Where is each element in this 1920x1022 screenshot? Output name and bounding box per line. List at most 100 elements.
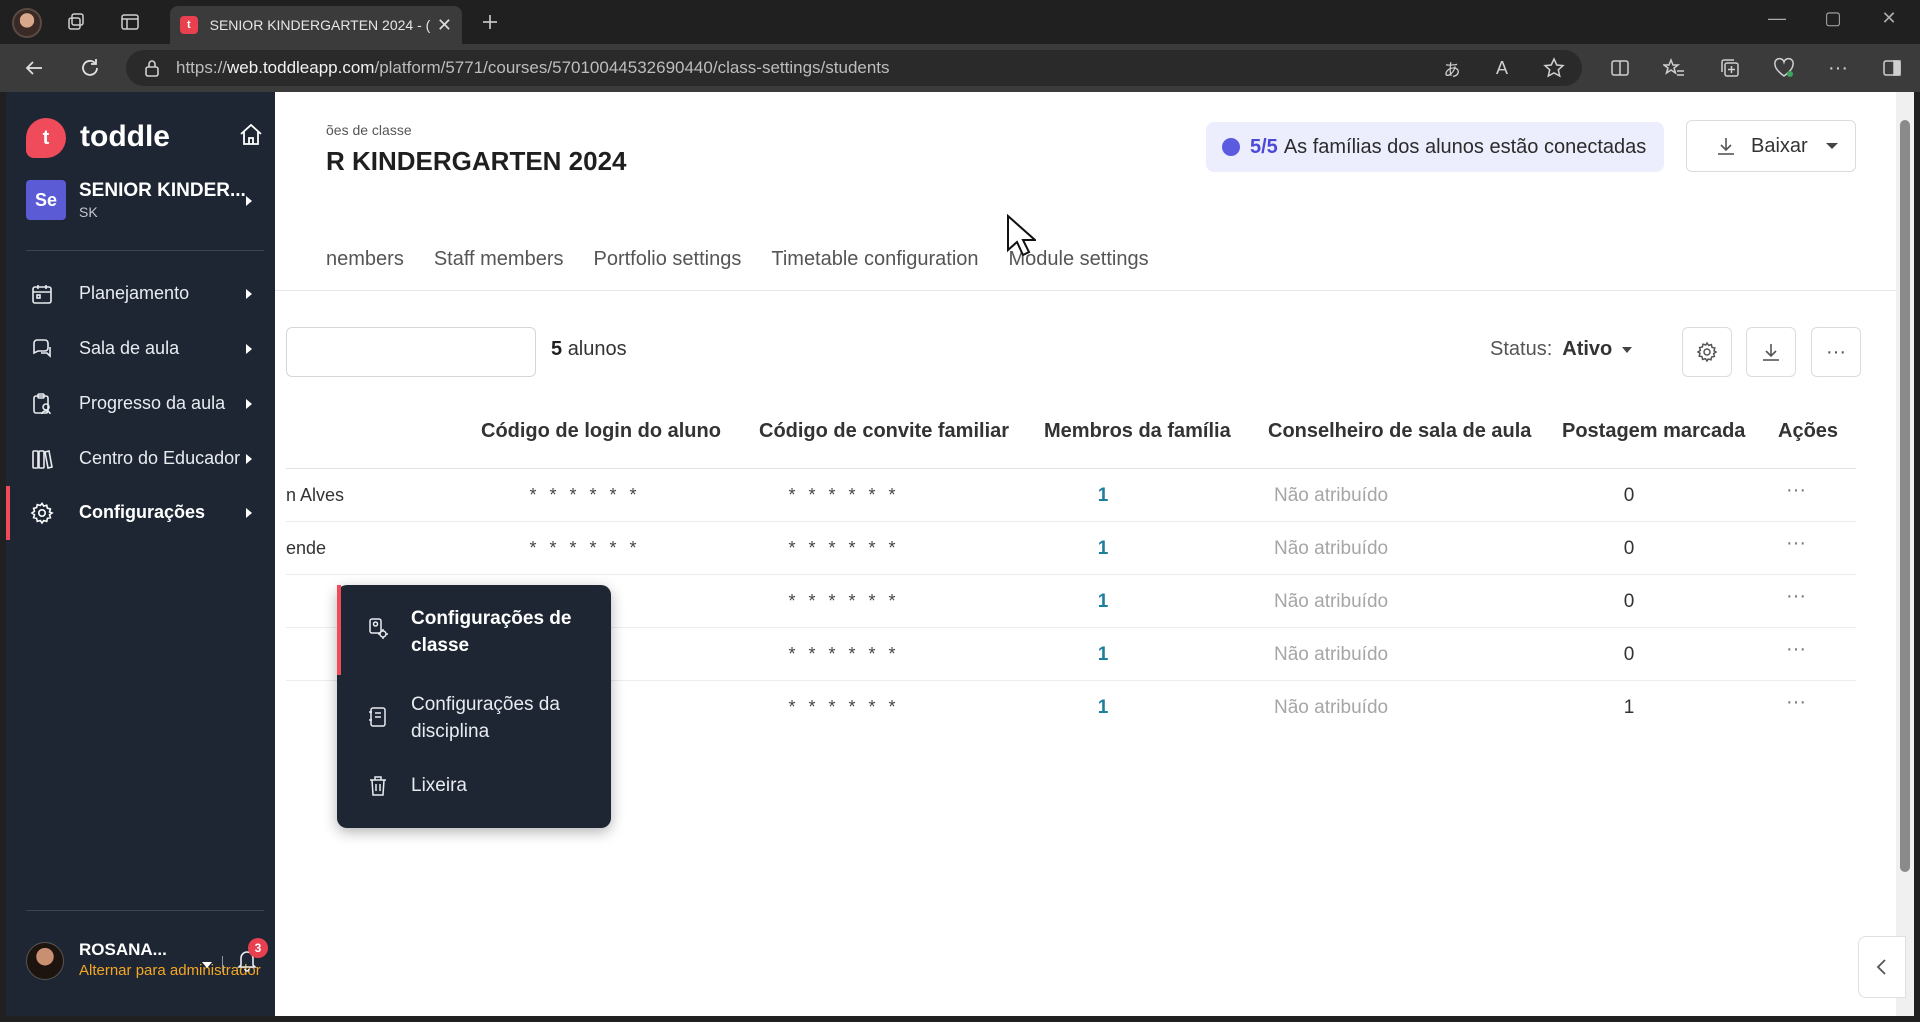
toddle-logo-icon[interactable]: t (26, 118, 66, 158)
close-window-icon[interactable]: ✕ (1874, 8, 1904, 29)
table-row[interactable]: n Alves * * * * * * * * * * * * 1 Não at… (286, 469, 1856, 522)
page-title: R KINDERGARTEN 2024 (326, 146, 627, 176)
family-members-count[interactable]: 1 (1030, 591, 1176, 613)
class-expand-icon[interactable] (246, 196, 252, 206)
family-members-count[interactable]: 1 (1030, 485, 1176, 507)
url-prefix: https:// (176, 58, 228, 77)
user-name[interactable]: ROSANA... (79, 940, 167, 960)
export-button[interactable] (1746, 327, 1796, 377)
read-aloud-icon[interactable]: A (1490, 56, 1514, 80)
status-value: Ativo (1562, 338, 1613, 360)
tab-timetable-configuration[interactable]: Timetable configuration (771, 248, 978, 300)
sidebar-divider (26, 250, 264, 251)
translate-icon[interactable]: あ (1440, 56, 1464, 80)
status-dot-icon (1222, 138, 1240, 156)
download-icon (1715, 135, 1737, 157)
minimize-icon[interactable]: — (1762, 8, 1792, 29)
row-actions-button[interactable]: ··· (1773, 691, 1819, 714)
tab-portfolio-settings[interactable]: Portfolio settings (594, 248, 742, 300)
maximize-icon[interactable]: ▢ (1818, 8, 1848, 29)
browser-tab-bar: t SENIOR KINDERGARTEN 2024 - ( ✕ — ▢ ✕ (0, 0, 1920, 44)
search-input[interactable] (286, 327, 536, 377)
family-members-count[interactable]: 1 (1030, 697, 1176, 719)
student-name[interactable]: n Alves (286, 485, 344, 506)
submenu-item-label: Configurações de classe (411, 608, 572, 656)
class-code: SK (79, 204, 98, 220)
browser-profile-avatar[interactable] (12, 8, 42, 38)
row-actions-button[interactable]: ··· (1773, 532, 1819, 555)
tagged-posts: 0 (1623, 644, 1635, 665)
active-indicator (6, 486, 10, 540)
health-heart-icon[interactable] (1772, 56, 1796, 80)
chevron-down-icon (1825, 143, 1838, 149)
sidebar-toggle-icon[interactable] (1880, 56, 1904, 80)
browser-tab-active[interactable]: t SENIOR KINDERGARTEN 2024 - ( ✕ (170, 6, 462, 44)
user-menu-caret-icon[interactable] (202, 962, 212, 968)
sidebar-item-label: Planejamento (79, 283, 190, 303)
sidebar-item-progress[interactable]: Progresso da aula (6, 377, 275, 431)
vertical-separator (222, 956, 223, 972)
tab-actions-icon[interactable] (118, 10, 142, 34)
status-label: Status: (1490, 338, 1553, 360)
advisor: Não atribuído (1274, 644, 1389, 665)
invite-code: * * * * * * (788, 644, 900, 664)
tab-staff-members[interactable]: Staff members (434, 248, 564, 300)
invite-code: * * * * * * (788, 591, 900, 611)
table-settings-button[interactable] (1682, 327, 1732, 377)
row-actions-button[interactable]: ··· (1773, 479, 1819, 502)
settings-submenu: Configurações de classe Configurações da… (337, 585, 611, 828)
more-actions-button[interactable]: ··· (1811, 327, 1861, 377)
submenu-item-class-settings[interactable]: Configurações de classe (337, 585, 611, 675)
families-connected-badge: 5/5 As famílias dos alunos estão conecta… (1206, 122, 1665, 172)
page-scrollbar[interactable] (1896, 92, 1914, 1016)
brand-name[interactable]: toddle (80, 120, 170, 154)
sidebar-item-planning[interactable]: Planejamento (6, 267, 275, 321)
home-icon[interactable] (238, 122, 264, 148)
new-tab-icon[interactable] (478, 10, 502, 34)
notification-badge: 3 (248, 938, 268, 958)
sidebar-item-classroom[interactable]: Sala de aula (6, 322, 275, 376)
url-field[interactable]: https://web.toddleapp.com/platform/5771/… (126, 50, 1582, 86)
scrollbar-thumb[interactable] (1900, 120, 1910, 872)
tab-student-members[interactable]: nembers (326, 248, 404, 300)
collections-icon[interactable] (1718, 56, 1742, 80)
tab-close-icon[interactable]: ✕ (437, 15, 452, 36)
chat-bubbles-icon (30, 337, 54, 361)
submenu-item-trash[interactable]: Lixeira (337, 761, 611, 811)
sidebar-item-label: Configurações (79, 502, 206, 522)
download-button[interactable]: Baixar (1686, 120, 1856, 172)
submenu-item-subject-settings[interactable]: Configurações da disciplina (337, 683, 611, 753)
favorites-list-icon[interactable] (1662, 56, 1686, 80)
workspaces-icon[interactable] (64, 10, 88, 34)
tagged-posts: 1 (1623, 697, 1635, 718)
class-settings-icon (367, 617, 389, 641)
sidebar-item-settings[interactable]: Configurações (6, 486, 275, 540)
page-content: ões de classe R KINDERGARTEN 2024 5/5 As… (6, 92, 1896, 1016)
status-filter[interactable]: Status: Ativo (1490, 338, 1633, 361)
chevron-right-icon (246, 454, 252, 464)
submenu-item-label: Configurações da disciplina (411, 694, 560, 742)
row-actions-button[interactable]: ··· (1773, 585, 1819, 608)
switch-to-admin-link[interactable]: Alternar para administrador (79, 962, 261, 979)
user-avatar[interactable] (26, 942, 64, 980)
split-screen-icon[interactable] (1608, 56, 1632, 80)
breadcrumb[interactable]: ões de classe (326, 122, 412, 138)
sidebar-item-educator-center[interactable]: Centro do Educador (6, 432, 275, 486)
collapse-panel-button[interactable] (1858, 936, 1906, 998)
student-name[interactable]: ende (286, 538, 326, 559)
class-name[interactable]: SENIOR KINDER... (79, 180, 246, 202)
books-icon (30, 447, 54, 471)
refresh-icon[interactable] (78, 56, 102, 80)
row-actions-button[interactable]: ··· (1773, 638, 1819, 661)
favorite-star-icon[interactable] (1542, 56, 1566, 80)
family-members-count[interactable]: 1 (1030, 644, 1176, 666)
column-tagged-posts: Postagem marcada (1562, 420, 1746, 442)
table-row[interactable]: ende * * * * * * * * * * * * 1 Não atrib… (286, 522, 1856, 575)
sidebar-item-label: Sala de aula (79, 338, 180, 358)
more-options-icon[interactable]: ··· (1826, 56, 1850, 80)
class-avatar[interactable]: Se (26, 180, 66, 220)
back-icon[interactable] (22, 56, 46, 80)
toddle-favicon-icon: t (180, 16, 198, 34)
family-members-count[interactable]: 1 (1030, 538, 1176, 560)
notebook-icon (367, 705, 389, 729)
